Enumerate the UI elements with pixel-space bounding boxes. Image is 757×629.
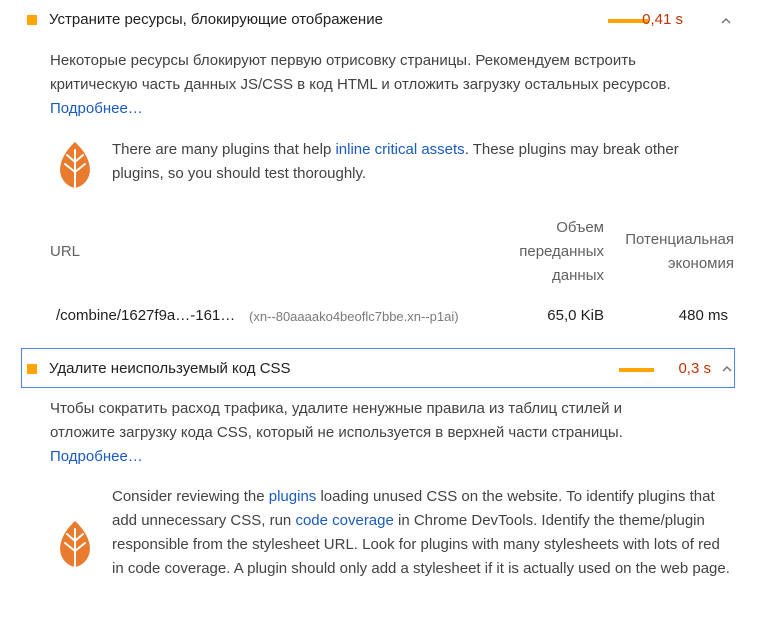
average-status-icon [27,15,37,25]
column-header-potential-savings: Потенциальная экономия [625,231,734,272]
audit-title: Удалите неиспользуемый код CSS [49,360,291,377]
resource-host: (xn--80aaaako4beoflc7bbe.xn--p1ai) [249,309,459,324]
learn-more-link[interactable]: Подробнее… [50,100,143,117]
column-header-url: URL [50,243,81,260]
audit-header-render-blocking[interactable]: Устраните ресурсы, блокирующие отображен… [21,1,735,41]
learn-more-link[interactable]: Подробнее… [50,448,143,465]
average-status-icon [27,364,37,374]
chevron-up-icon[interactable] [720,362,734,376]
leaf-icon [60,521,90,567]
stack-pack-tip: There are many plugins that help inline … [50,138,730,198]
resource-url[interactable]: /combine/1627f9a…-161… [56,307,235,324]
audit-description: Чтобы сократить расход трафика, удалите … [50,400,623,465]
leaf-icon [60,142,90,188]
code-coverage-link[interactable]: code coverage [295,512,393,529]
stack-pack-tip: Consider reviewing the plugins loading u… [50,485,730,610]
savings-value: 0,3 s [678,360,711,377]
savings-bar [619,368,654,372]
column-header-transfer-size: Объем переданных данных [519,219,604,284]
audit-title: Устраните ресурсы, блокирующие отображен… [49,11,383,28]
chevron-up-icon[interactable] [719,14,733,28]
potential-savings-value: 480 ms [678,307,728,324]
transfer-size-value: 65,0 KiB [547,307,604,324]
inline-critical-assets-link[interactable]: inline critical assets [335,141,464,158]
audit-header-unused-css[interactable]: Удалите неиспользуемый код CSS 0,3 s [21,348,735,388]
savings-value: 0,41 s [642,11,683,28]
plugins-link[interactable]: plugins [269,488,317,505]
audit-description: Некоторые ресурсы блокируют первую отрис… [50,52,671,117]
